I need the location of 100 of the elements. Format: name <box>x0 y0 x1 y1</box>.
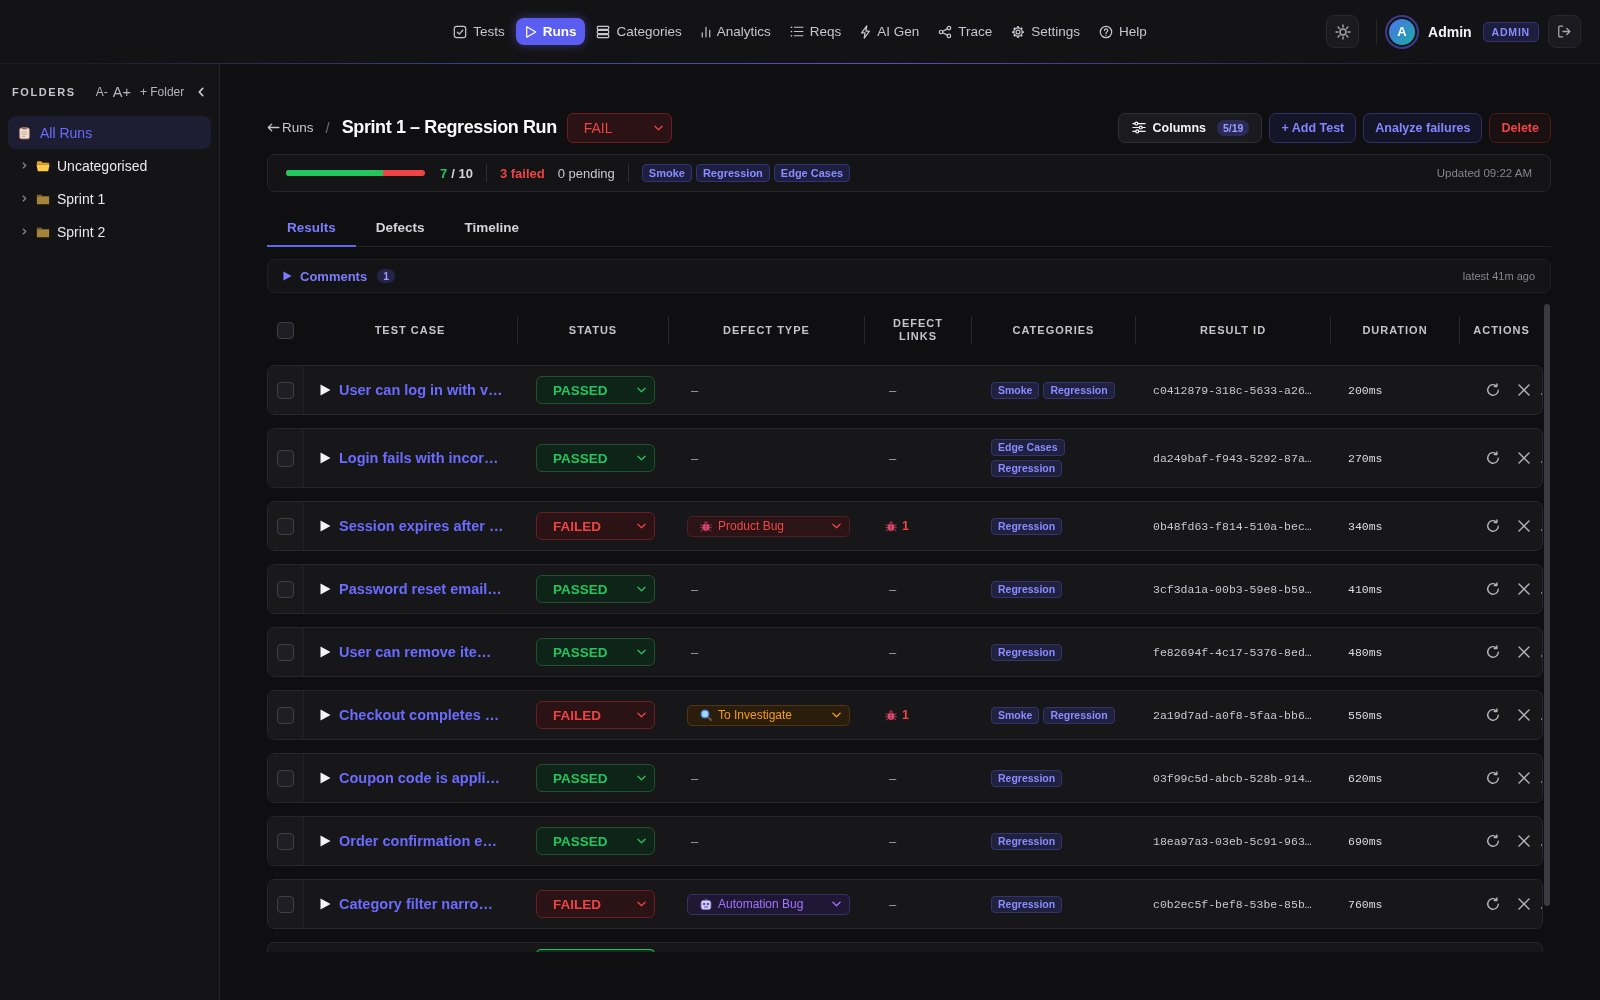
back-link[interactable]: Runs <box>267 120 314 135</box>
triangle-icon[interactable] <box>320 709 331 721</box>
triangle-icon[interactable] <box>320 898 331 910</box>
refresh-icon[interactable] <box>1486 519 1500 533</box>
nav-tab[interactable]: Analytics <box>692 18 779 45</box>
checkbox[interactable] <box>277 449 294 467</box>
defect-type-select[interactable]: Product Bug <box>687 515 850 537</box>
close-icon[interactable] <box>1518 583 1530 595</box>
triangle-icon[interactable] <box>320 520 331 532</box>
chevron-right-icon[interactable] <box>22 228 27 235</box>
test-case-link[interactable]: Login fails with incor… <box>339 450 499 466</box>
nav-tab[interactable]: AI Gen <box>852 18 928 45</box>
close-icon[interactable] <box>1518 520 1530 532</box>
test-case-link[interactable]: Category filter narro… <box>339 896 493 912</box>
refresh-icon[interactable] <box>1486 834 1500 848</box>
close-icon[interactable] <box>1518 452 1530 464</box>
folder-item[interactable]: Sprint 1 <box>8 182 211 215</box>
tab[interactable]: Timeline <box>444 209 540 247</box>
tab[interactable]: Defects <box>355 209 445 247</box>
analyze-failures-button[interactable]: Analyze failures <box>1363 112 1483 143</box>
test-case-link[interactable]: User can remove ite… <box>339 644 492 660</box>
chevron-right-icon[interactable] <box>22 162 27 169</box>
test-case-link[interactable]: Order confirmation e… <box>339 833 497 849</box>
tab[interactable]: Results <box>267 209 356 247</box>
close-icon[interactable] <box>1518 772 1530 784</box>
checkbox[interactable] <box>277 769 294 787</box>
test-case-link[interactable]: User can log in with v… <box>339 382 503 398</box>
nav-tab[interactable]: Categories <box>588 18 690 45</box>
folder-item[interactable]: Uncategorised <box>8 149 211 182</box>
chevron-down-icon <box>832 712 841 718</box>
chevron-left-icon[interactable] <box>198 87 205 97</box>
status-select[interactable]: PASSED <box>536 764 655 792</box>
refresh-icon[interactable] <box>1486 383 1500 397</box>
passed-count: 7 <box>440 165 448 181</box>
columns-button[interactable]: Columns 5/19 <box>1117 112 1263 143</box>
checkbox[interactable] <box>277 381 294 399</box>
defect-type-select[interactable]: To Investigate <box>687 704 850 726</box>
checkbox[interactable] <box>277 580 294 598</box>
close-icon[interactable] <box>1518 384 1530 396</box>
test-case-link[interactable]: Session expires after … <box>339 518 504 534</box>
test-case-link[interactable]: Password reset email… <box>339 581 502 597</box>
close-icon[interactable] <box>1518 646 1530 658</box>
folder-icon <box>36 225 50 238</box>
nav-tab[interactable]: Trace <box>930 18 1001 45</box>
increase-font-link[interactable]: A+ <box>112 84 131 100</box>
checkbox[interactable] <box>276 321 294 339</box>
status-select[interactable]: FAILED <box>536 890 655 918</box>
empty-value: – <box>691 382 699 398</box>
checkbox[interactable] <box>277 517 294 535</box>
triangle-icon[interactable] <box>320 772 331 784</box>
refresh-icon[interactable] <box>1486 897 1500 911</box>
defect-link[interactable]: 1 <box>885 519 909 533</box>
checkbox[interactable] <box>277 895 294 913</box>
add-test-button[interactable]: + Add Test <box>1269 112 1357 143</box>
nav-tab[interactable]: Reqs <box>781 18 850 45</box>
triangle-icon[interactable] <box>320 583 331 595</box>
close-icon[interactable] <box>1518 835 1530 847</box>
nav-tab[interactable]: Tests <box>445 18 513 45</box>
status-select[interactable]: PASSED <box>536 638 655 666</box>
close-icon[interactable] <box>1518 898 1530 910</box>
sidebar-item[interactable]: All Runs <box>8 116 211 149</box>
checkbox[interactable] <box>277 832 294 850</box>
refresh-icon[interactable] <box>1486 645 1500 659</box>
result-select[interactable]: FAIL <box>566 112 672 143</box>
refresh-icon[interactable] <box>1486 582 1500 596</box>
status-select[interactable]: PASSED <box>536 376 655 404</box>
empty-value: – <box>889 770 897 786</box>
logout-button[interactable] <box>1548 15 1581 48</box>
test-case-link[interactable]: Checkout completes … <box>339 707 500 723</box>
status-select[interactable]: FAILED <box>536 512 655 540</box>
nav-tab[interactable]: Runs <box>515 18 586 45</box>
refresh-icon[interactable] <box>1486 451 1500 465</box>
comments-toggle[interactable]: Comments 1 <box>283 268 396 284</box>
status-select[interactable]: PASSED <box>536 827 655 855</box>
close-icon[interactable] <box>1518 709 1530 721</box>
nav-tab[interactable]: Settings <box>1003 18 1089 45</box>
status-select[interactable]: FAILED <box>536 701 655 729</box>
triangle-icon[interactable] <box>320 646 331 658</box>
defect-type-select[interactable]: Automation Bug <box>687 893 850 915</box>
triangle-icon[interactable] <box>320 835 331 847</box>
chevron-right-icon[interactable] <box>22 195 27 202</box>
defect-link[interactable]: 1 <box>885 708 909 722</box>
status-select[interactable]: PASSED <box>536 575 655 603</box>
checkbox[interactable] <box>277 643 294 661</box>
folder-item[interactable]: Sprint 2 <box>8 215 211 248</box>
add-folder-link[interactable]: + Folder <box>139 85 185 99</box>
theme-toggle-button[interactable] <box>1326 15 1359 48</box>
refresh-icon[interactable] <box>1486 708 1500 722</box>
nav-tab[interactable]: Help <box>1091 18 1155 45</box>
triangle-icon[interactable] <box>320 384 331 396</box>
decrease-font-link[interactable]: A- <box>95 85 108 99</box>
checkbox[interactable] <box>277 706 294 724</box>
total-count: / 10 <box>451 165 473 181</box>
status-select[interactable]: PASSED <box>536 444 655 472</box>
refresh-icon[interactable] <box>1486 771 1500 785</box>
triangle-icon[interactable] <box>320 452 331 464</box>
delete-button[interactable]: Delete <box>1489 112 1551 143</box>
bar-chart-icon <box>700 25 711 38</box>
test-case-link[interactable]: Coupon code is appli… <box>339 770 501 786</box>
scrollbar-thumb[interactable] <box>1544 304 1550 906</box>
